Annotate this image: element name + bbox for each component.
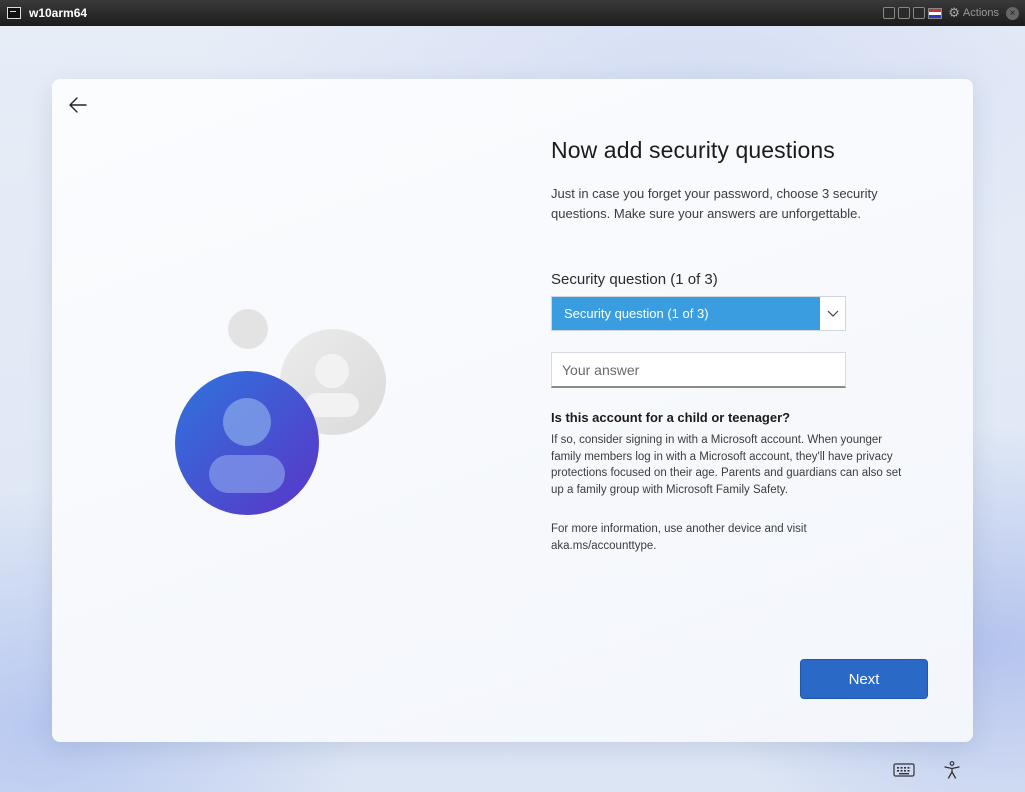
next-button[interactable]: Next <box>800 659 928 699</box>
window-title: w10arm64 <box>29 6 88 20</box>
vm-title-bar: w10arm64 ⚙ Actions × <box>0 0 1025 26</box>
window-button-icon[interactable] <box>883 7 896 19</box>
flag-icon[interactable] <box>928 7 943 19</box>
page-title: Now add security questions <box>551 137 835 163</box>
setup-dialog: Now add security questions Just in case … <box>52 79 973 742</box>
gear-icon[interactable]: ⚙ <box>948 5 960 21</box>
chevron-down-icon <box>827 310 838 317</box>
keyboard-icon[interactable] <box>893 762 915 778</box>
security-question-select[interactable]: Security question (1 of 3) <box>551 296 846 331</box>
window-button-icon[interactable] <box>913 7 926 19</box>
child-account-heading: Is this account for a child or teenager? <box>551 410 791 425</box>
user-accounts-icon <box>175 309 386 515</box>
terminal-icon <box>7 7 21 19</box>
security-question-selected-value: Security question (1 of 3) <box>552 297 820 330</box>
form-column: Now add security questions Just in case … <box>551 137 921 554</box>
back-arrow-icon <box>69 97 87 113</box>
accessibility-icon[interactable] <box>942 760 962 780</box>
security-answer-input[interactable] <box>551 352 846 388</box>
child-account-description: If so, consider signing in with a Micros… <box>551 434 902 496</box>
window-button-icon[interactable] <box>898 7 911 19</box>
page-subtitle: Just in case you forget your password, c… <box>551 186 878 221</box>
more-info-text: For more information, use another device… <box>551 523 807 552</box>
dropdown-toggle[interactable] <box>820 297 845 330</box>
actions-menu[interactable]: Actions <box>963 7 999 19</box>
security-question-label: Security question (1 of 3) <box>551 271 718 288</box>
title-bar-controls: ⚙ Actions × <box>883 5 1019 21</box>
close-icon[interactable]: × <box>1006 6 1019 20</box>
back-button[interactable] <box>66 93 90 117</box>
